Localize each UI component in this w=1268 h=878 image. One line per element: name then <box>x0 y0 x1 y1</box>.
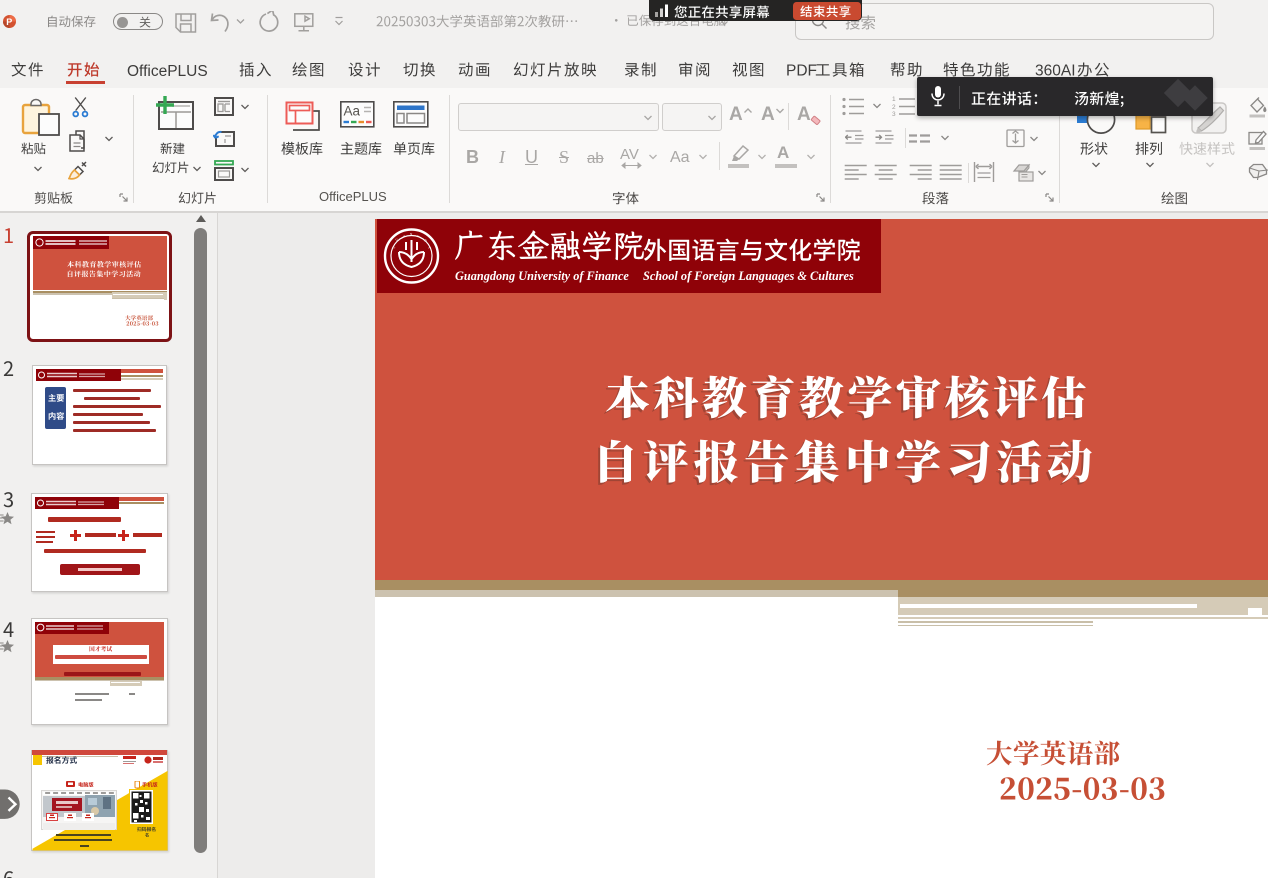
svg-text:PDF: PDF <box>786 63 817 80</box>
svg-text:1: 1 <box>892 96 896 103</box>
svg-text:P: P <box>6 17 12 27</box>
svg-text:·: · <box>411 275 412 279</box>
svg-text:·: · <box>402 273 403 277</box>
svg-text:·: · <box>420 273 421 277</box>
svg-text:3: 3 <box>892 111 896 117</box>
svg-text:2: 2 <box>892 104 896 111</box>
svg-text:Aa: Aa <box>344 104 361 119</box>
